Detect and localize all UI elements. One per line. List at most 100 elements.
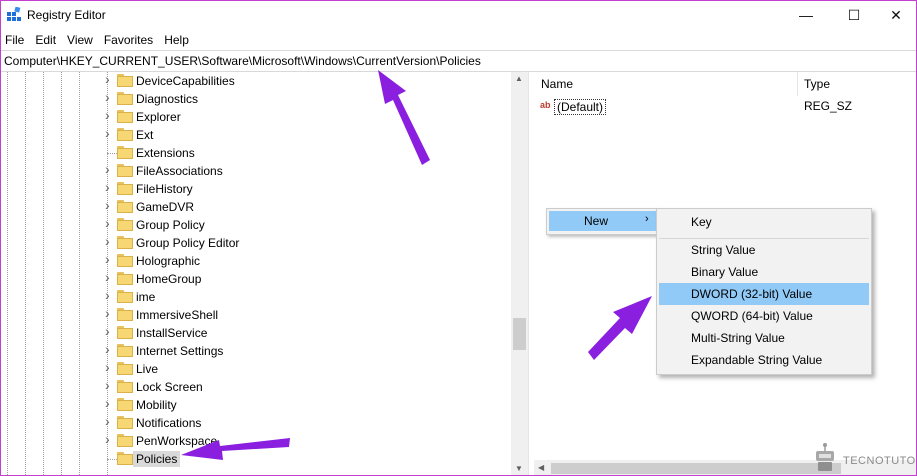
expand-chevron-icon[interactable]: › bbox=[105, 90, 115, 104]
folder-icon bbox=[117, 398, 133, 411]
tree-item[interactable]: › Live bbox=[105, 360, 505, 378]
tree-item[interactable]: › Notifications bbox=[105, 414, 505, 432]
folder-icon bbox=[117, 308, 133, 321]
tree-item-label: Holographic bbox=[136, 254, 201, 268]
expand-chevron-icon[interactable]: › bbox=[105, 126, 115, 140]
tree-connector-line bbox=[107, 153, 117, 154]
tree-item-label: ime bbox=[136, 290, 156, 304]
expand-chevron-icon[interactable]: › bbox=[105, 252, 115, 266]
folder-icon bbox=[117, 326, 133, 339]
submenu-item-qword-value[interactable]: QWORD (64-bit) Value bbox=[659, 305, 869, 327]
submenu-item-label: QWORD (64-bit) Value bbox=[691, 309, 813, 323]
menu-view[interactable]: View bbox=[63, 31, 100, 49]
tree-item[interactable]: › FileHistory bbox=[105, 180, 505, 198]
expand-chevron-icon[interactable]: › bbox=[105, 180, 115, 194]
tree-item[interactable]: › Lock Screen bbox=[105, 378, 505, 396]
expand-chevron-icon[interactable]: › bbox=[105, 288, 115, 302]
context-menu-new[interactable]: New › bbox=[549, 211, 656, 231]
expand-chevron-icon[interactable]: › bbox=[105, 270, 115, 284]
tree-item[interactable]: › DeviceCapabilities bbox=[105, 72, 505, 90]
submenu-item-key[interactable]: Key bbox=[659, 211, 869, 233]
tree-item[interactable]: › PenWorkspace bbox=[105, 432, 505, 450]
folder-icon bbox=[117, 110, 133, 123]
submenu-item-label: Binary Value bbox=[691, 265, 759, 279]
folder-icon bbox=[117, 380, 133, 393]
tree-item[interactable]: › Group Policy Editor bbox=[105, 234, 505, 252]
folder-icon bbox=[117, 164, 133, 177]
tree-item[interactable]: › Internet Settings bbox=[105, 342, 505, 360]
folder-icon bbox=[117, 182, 133, 195]
expand-chevron-icon[interactable]: › bbox=[105, 108, 115, 122]
value-name-default[interactable]: (Default) bbox=[554, 99, 607, 115]
tree-item[interactable]: › Mobility bbox=[105, 396, 505, 414]
registry-editor-window: Registry Editor — ☐ ✕ File Edit View Fav… bbox=[0, 0, 917, 476]
tree-guide-line bbox=[79, 72, 80, 475]
submenu-item-label: DWORD (32-bit) Value bbox=[691, 287, 813, 301]
submenu-item-dword-value[interactable]: DWORD (32-bit) Value bbox=[659, 283, 869, 305]
folder-icon bbox=[117, 92, 133, 105]
maximize-button[interactable]: ☐ bbox=[831, 1, 877, 29]
tree-item[interactable]: Policies bbox=[105, 450, 505, 468]
tree-item-label: Lock Screen bbox=[136, 380, 203, 394]
submenu-item-label: Key bbox=[691, 215, 712, 229]
menu-favorites[interactable]: Favorites bbox=[100, 31, 160, 49]
close-button[interactable]: ✕ bbox=[873, 1, 916, 29]
tree-item[interactable]: › Explorer bbox=[105, 108, 505, 126]
tree-item-label: Explorer bbox=[136, 110, 181, 124]
tree-item[interactable]: › InstallService bbox=[105, 324, 505, 342]
tree-guide-line bbox=[43, 72, 44, 475]
scrollbar-thumb[interactable] bbox=[551, 463, 841, 474]
tree-item-label: FileHistory bbox=[136, 182, 193, 196]
column-header-name[interactable]: Name bbox=[541, 72, 573, 96]
tree-item[interactable]: › FileAssociations bbox=[105, 162, 505, 180]
tree-item[interactable]: › Ext bbox=[105, 126, 505, 144]
tree-item[interactable]: › Diagnostics bbox=[105, 90, 505, 108]
submenu-item-expandable-string-value[interactable]: Expandable String Value bbox=[659, 349, 869, 371]
folder-icon bbox=[117, 254, 133, 267]
expand-chevron-icon[interactable]: › bbox=[105, 306, 115, 320]
submenu-item-multi-string-value[interactable]: Multi-String Value bbox=[659, 327, 869, 349]
tree-item-label: Diagnostics bbox=[136, 92, 199, 106]
expand-chevron-icon[interactable]: › bbox=[105, 414, 115, 428]
tree-item[interactable]: › ImmersiveShell bbox=[105, 306, 505, 324]
tree-item[interactable]: › ime bbox=[105, 288, 505, 306]
menu-edit[interactable]: Edit bbox=[31, 31, 63, 49]
tree-vertical-scrollbar[interactable]: ▲ ▼ bbox=[511, 72, 528, 475]
expand-chevron-icon[interactable]: › bbox=[105, 216, 115, 230]
expand-chevron-icon[interactable]: › bbox=[105, 378, 115, 392]
tree-item-label: PenWorkspace bbox=[136, 434, 218, 448]
folder-icon bbox=[117, 416, 133, 429]
submenu-item-string-value[interactable]: String Value bbox=[659, 239, 869, 261]
address-bar[interactable]: Computer\HKEY_CURRENT_USER\Software\Micr… bbox=[1, 50, 916, 72]
scroll-down-arrow-icon[interactable]: ▼ bbox=[515, 464, 523, 473]
window-title: Registry Editor bbox=[27, 8, 106, 22]
menu-help[interactable]: Help bbox=[160, 31, 196, 49]
expand-chevron-icon[interactable]: › bbox=[105, 162, 115, 176]
tree-item[interactable]: › Holographic bbox=[105, 252, 505, 270]
scroll-left-arrow-icon[interactable]: ◀ bbox=[538, 463, 544, 472]
expand-chevron-icon[interactable]: › bbox=[105, 360, 115, 374]
expand-chevron-icon[interactable]: › bbox=[105, 342, 115, 356]
tree-item[interactable]: Extensions bbox=[105, 144, 505, 162]
expand-chevron-icon[interactable]: › bbox=[105, 198, 115, 212]
minimize-button[interactable]: — bbox=[783, 1, 829, 29]
menu-file[interactable]: File bbox=[1, 31, 31, 49]
string-value-icon: ab bbox=[540, 100, 551, 110]
expand-chevron-icon[interactable]: › bbox=[105, 324, 115, 338]
tree-item-label: Group Policy bbox=[136, 218, 205, 232]
watermark: TECNOTUTO bbox=[813, 441, 916, 475]
address-path[interactable]: Computer\HKEY_CURRENT_USER\Software\Micr… bbox=[4, 54, 481, 68]
expand-chevron-icon[interactable]: › bbox=[105, 432, 115, 446]
scroll-up-arrow-icon[interactable]: ▲ bbox=[515, 74, 523, 83]
column-header-type[interactable]: Type bbox=[804, 72, 830, 96]
scrollbar-thumb[interactable] bbox=[513, 318, 526, 350]
submenu-item-binary-value[interactable]: Binary Value bbox=[659, 261, 869, 283]
tree-item[interactable]: › Group Policy bbox=[105, 216, 505, 234]
tree-item[interactable]: › HomeGroup bbox=[105, 270, 505, 288]
expand-chevron-icon[interactable]: › bbox=[105, 396, 115, 410]
tree-item-label: Extensions bbox=[136, 146, 195, 160]
expand-chevron-icon[interactable]: › bbox=[105, 72, 115, 86]
column-divider[interactable] bbox=[797, 72, 798, 96]
tree-item[interactable]: › GameDVR bbox=[105, 198, 505, 216]
expand-chevron-icon[interactable]: › bbox=[105, 234, 115, 248]
